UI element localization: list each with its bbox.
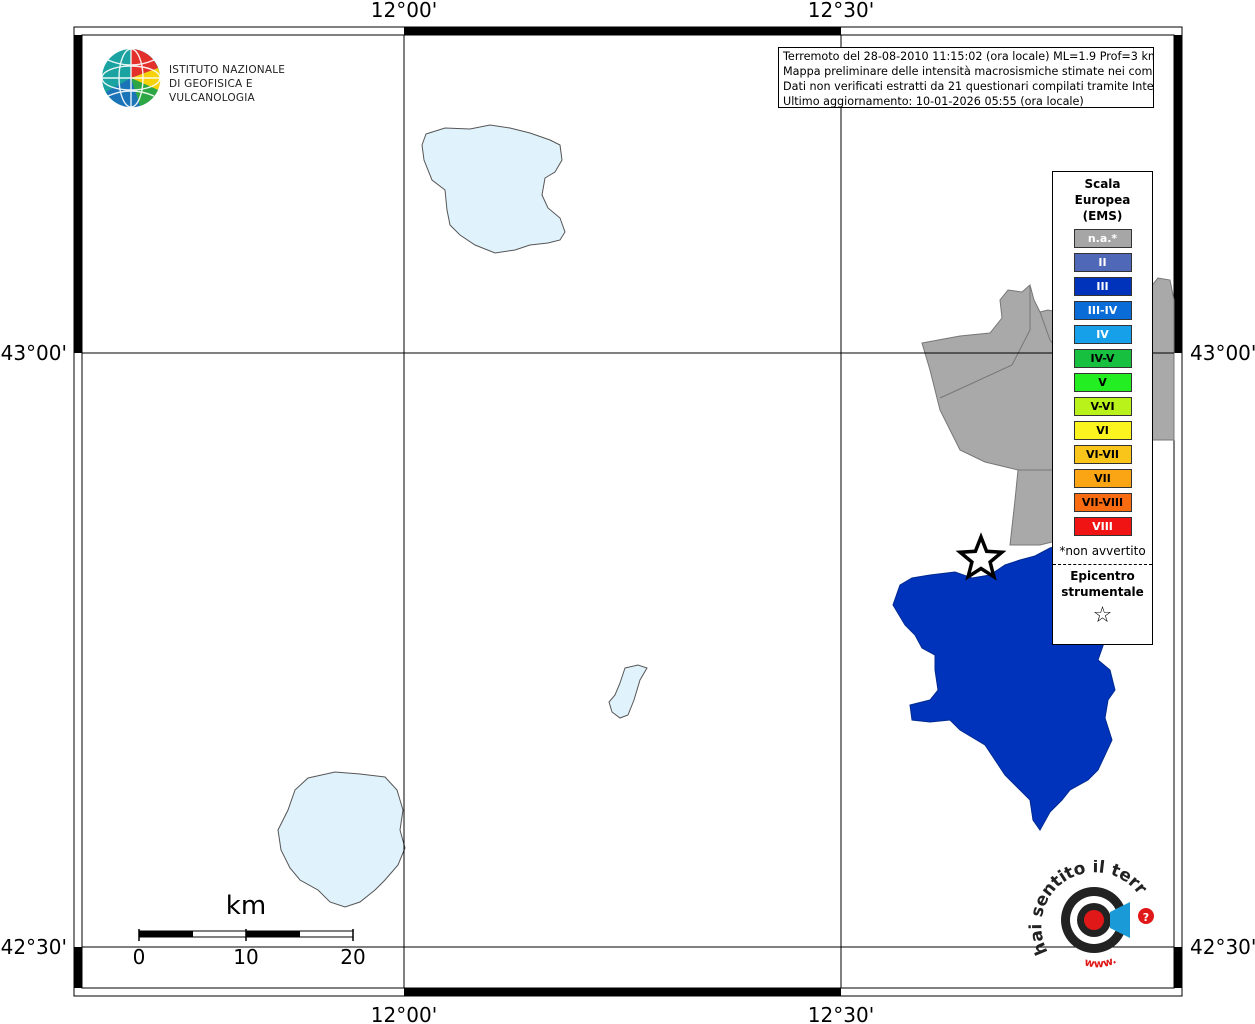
legend-not-felt-note: *non avvertito — [1059, 544, 1146, 558]
event-info-box: Terremoto del 28-08-2010 11:15:02 (ora l… — [778, 47, 1154, 108]
frame-seg — [74, 947, 82, 988]
axis-label-lat-left-top: 43°00' — [1, 341, 67, 365]
legend-swatch: V-VI — [1073, 397, 1132, 416]
haisentito-logo: hai sentito il terremoto.it www. ? — [1024, 860, 1154, 970]
frame-seg — [74, 35, 82, 353]
legend-title-line-1: Scala — [1084, 177, 1121, 191]
svg-text:?: ? — [1143, 911, 1149, 924]
frame-seg — [1174, 947, 1182, 988]
axis-label-lat-right-top: 43°00' — [1190, 341, 1255, 365]
axis-label-lat-left-bottom: 42°30' — [1, 935, 67, 959]
legend-swatch: III — [1073, 277, 1132, 296]
scale-tick-label: 0 — [133, 945, 146, 969]
axis-label-lon-top-left: 12°00' — [371, 0, 437, 22]
legend-swatch: VI-VII — [1073, 445, 1132, 464]
legend-epicenter-label: Epicentro strumentale — [1053, 568, 1152, 600]
legend-swatch: III-IV — [1073, 301, 1132, 320]
logo-line-1: ISTITUTO NAZIONALE — [169, 64, 286, 76]
legend-swatch: VIII — [1073, 517, 1132, 536]
axis-label-lon-top-right: 12°30' — [808, 0, 874, 22]
legend-epicenter-line-1: Epicentro — [1070, 569, 1135, 583]
badge-www-text: www. — [1083, 953, 1118, 970]
legend-swatch: V — [1073, 373, 1132, 392]
info-line-4: Ultimo aggiornamento: 10-01-2026 05:55 (… — [783, 95, 1084, 108]
axis-label-lat-right-bottom: 42°30' — [1190, 935, 1255, 959]
info-line-3: Dati non verificati estratti da 21 quest… — [783, 80, 1154, 93]
legend-title-line-2: Europea — [1074, 193, 1131, 207]
ingv-logo: ISTITUTO NAZIONALE DI GEOFISICA E VULCAN… — [100, 46, 320, 110]
info-line-2: Mappa preliminare delle intensità macros… — [783, 65, 1154, 78]
scale-bar: km 0 10 20 — [133, 891, 366, 969]
legend-epicenter-line-2: strumentale — [1061, 585, 1144, 599]
globe-icon — [101, 48, 161, 108]
axis-label-lon-bottom-left: 12°00' — [371, 1003, 437, 1024]
legend-swatch: VII-VIII — [1073, 493, 1132, 512]
legend-title: Scala Europea (EMS) — [1053, 176, 1152, 224]
legend-swatch: n.a.* — [1073, 229, 1132, 248]
legend-swatch: IV-V — [1073, 349, 1132, 368]
legend-swatch: VII — [1073, 469, 1132, 488]
frame-seg — [404, 27, 841, 35]
legend-rows: n.a.* II III III-IV IV IV-V V V-VI VI VI… — [1053, 229, 1152, 536]
legend-swatch: II — [1073, 253, 1132, 272]
legend-title-line-3: (EMS) — [1082, 209, 1123, 223]
scale-tick-label: 10 — [233, 945, 258, 969]
frame-seg — [1174, 35, 1182, 353]
legend-swatch: VI — [1073, 421, 1132, 440]
legend-star-icon: ☆ — [1092, 603, 1113, 628]
legend-swatch: IV — [1073, 325, 1132, 344]
scale-tick-label: 20 — [340, 945, 365, 969]
legend-divider — [1053, 564, 1152, 565]
axis-label-lon-bottom-right: 12°30' — [808, 1003, 874, 1024]
scale-segment — [246, 931, 300, 937]
frame-seg — [404, 988, 841, 996]
info-line-1: Terremoto del 28-08-2010 11:15:02 (ora l… — [783, 50, 1154, 63]
logo-line-2: DI GEOFISICA E VULCANOLOGIA — [169, 78, 255, 104]
scale-unit-label: km — [226, 891, 266, 921]
intensity-legend: Scala Europea (EMS) n.a.* II III III-IV … — [1052, 171, 1153, 645]
scale-segment — [139, 931, 193, 937]
